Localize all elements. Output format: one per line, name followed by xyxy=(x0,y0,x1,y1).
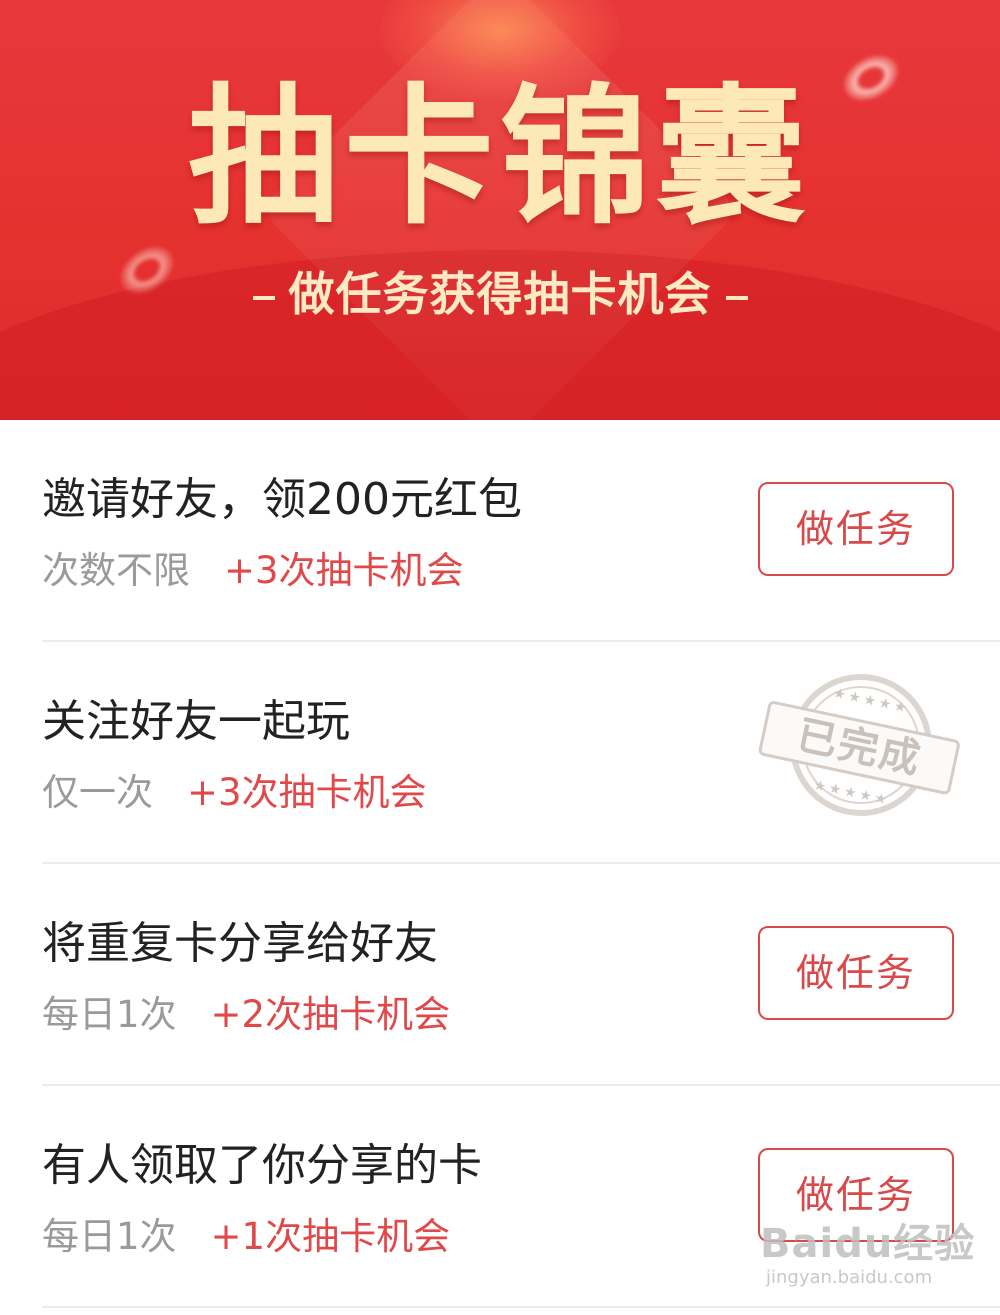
do-task-button[interactable]: 做任务 xyxy=(758,482,954,576)
do-task-button[interactable]: 做任务 xyxy=(758,926,954,1020)
task-meta: 每日1次 +1次抽卡机会 xyxy=(42,1212,450,1262)
task-title: 将重复卡分享给好友 xyxy=(42,918,438,969)
watermark-url: jingyan.baidu.com xyxy=(766,1267,933,1288)
subtitle-dash-right xyxy=(725,295,748,300)
row-divider xyxy=(42,1306,1000,1308)
task-meta: 仅一次 +3次抽卡机会 xyxy=(42,768,427,818)
banner-subtitle-text: 做任务获得抽卡机会 xyxy=(288,267,712,321)
task-title: 有人领取了你分享的卡 xyxy=(42,1140,482,1191)
task-reward: +1次抽卡机会 xyxy=(210,1215,451,1258)
task-limit: 次数不限 xyxy=(42,549,190,592)
task-meta: 每日1次 +2次抽卡机会 xyxy=(42,990,450,1040)
hero-banner: 抽卡锦囊 做任务获得抽卡机会 xyxy=(0,0,1000,420)
task-reward: +3次抽卡机会 xyxy=(187,771,427,814)
banner-title: 抽卡锦囊 xyxy=(187,71,812,245)
task-limit: 每日1次 xyxy=(42,993,177,1036)
task-limit: 每日1次 xyxy=(42,1215,177,1258)
watermark-brand: Baidu经验 xyxy=(760,1221,976,1267)
task-limit: 仅一次 xyxy=(42,771,153,814)
task-title: 邀请好友，领200元红包 xyxy=(42,474,522,525)
task-row-follow-friends: 关注好友一起玩 仅一次 +3次抽卡机会 ★★★★★ ★★★★★ 已完成 xyxy=(0,642,1000,864)
task-reward: +2次抽卡机会 xyxy=(210,993,451,1036)
task-meta: 次数不限 +3次抽卡机会 xyxy=(42,546,464,596)
baidu-watermark: Baidu经验 jingyan.baidu.com xyxy=(760,1222,980,1290)
completed-stamp-icon: ★★★★★ ★★★★★ 已完成 xyxy=(746,655,975,853)
task-title: 关注好友一起玩 xyxy=(42,696,350,747)
banner-subtitle: 做任务获得抽卡机会 xyxy=(0,262,1000,326)
task-row-invite-friends: 邀请好友，领200元红包 次数不限 +3次抽卡机会 做任务 xyxy=(0,420,1000,642)
task-reward: +3次抽卡机会 xyxy=(224,549,464,592)
subtitle-dash-left xyxy=(252,295,275,300)
task-row-share-duplicate-card: 将重复卡分享给好友 每日1次 +2次抽卡机会 做任务 xyxy=(0,864,1000,1086)
